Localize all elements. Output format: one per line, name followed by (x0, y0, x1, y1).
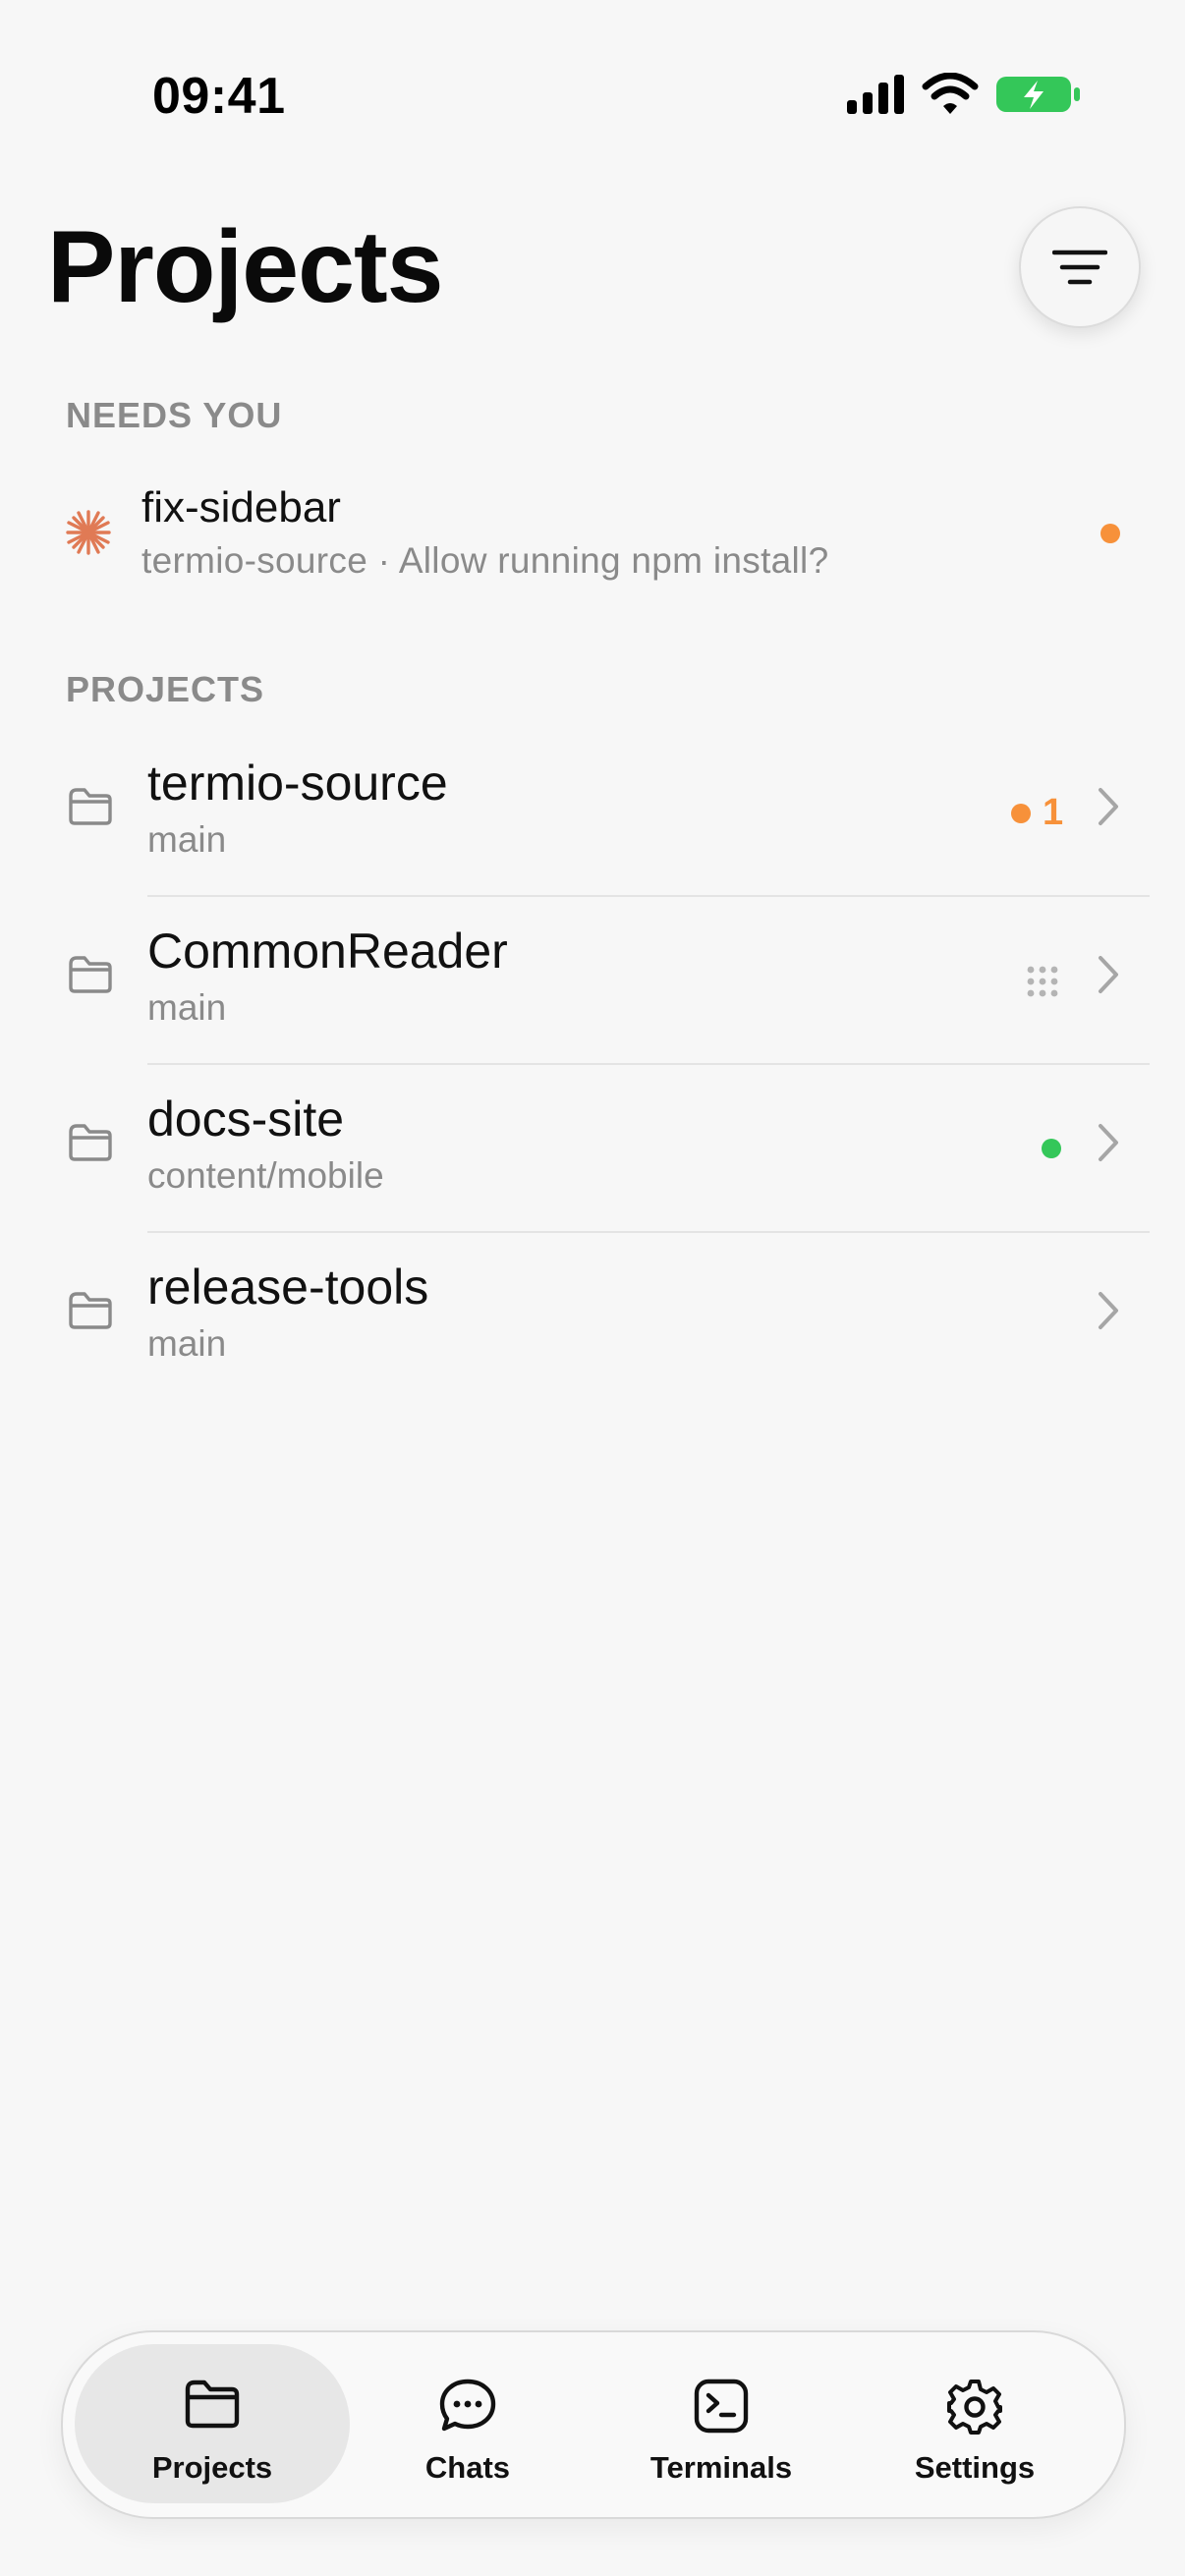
chevron-right-icon (1099, 1292, 1118, 1329)
active-status-dot (1042, 1139, 1061, 1158)
terminal-icon (694, 2379, 749, 2434)
battery-charging-icon (996, 77, 1080, 112)
tab-terminals[interactable]: Terminals (584, 2344, 859, 2503)
project-branch: main (147, 987, 227, 1028)
chevron-right-icon (1099, 956, 1118, 993)
project-branch: main (147, 1323, 227, 1364)
section-header-projects: PROJECTS (66, 669, 265, 709)
folder-icon (69, 788, 112, 825)
tab-settings[interactable]: Settings (837, 2344, 1112, 2503)
project-name: release-tools (147, 1260, 429, 1315)
gear-icon (947, 2380, 1002, 2435)
tab-label: Chats (424, 2450, 511, 2485)
project-branch: content/mobile (147, 1155, 384, 1196)
needs-you-item-title: fix-sidebar (141, 483, 341, 532)
filter-lines-icon (1052, 250, 1107, 285)
project-branch: main (147, 819, 227, 860)
section-header-needs-you: NEEDS YOU (66, 395, 283, 435)
tab-chats[interactable]: Chats (330, 2344, 605, 2503)
tab-label: Projects (151, 2450, 273, 2485)
folder-icon (69, 1292, 112, 1329)
project-name: termio-source (147, 756, 448, 811)
folder-icon (69, 1124, 112, 1161)
wifi-icon (922, 73, 979, 114)
project-row-docs-site[interactable]: docs-site content/mobile (0, 1065, 1185, 1233)
project-name: docs-site (147, 1092, 345, 1147)
filter-button[interactable] (1019, 206, 1141, 328)
folder-icon (185, 2380, 240, 2429)
needs-attention-dot (1100, 524, 1120, 543)
needs-you-item-subtitle: termio-source · Allow running npm instal… (141, 540, 829, 581)
project-row-release-tools[interactable]: release-tools main (0, 1233, 1185, 1401)
chevron-right-icon (1099, 788, 1118, 825)
pending-count-badge: 1 (1043, 792, 1064, 833)
tab-bar: Projects Chats Terminals Settings (61, 2330, 1126, 2519)
chat-bubble-icon (439, 2379, 496, 2432)
cellular-signal-icon (847, 75, 904, 114)
page-title: Projects (47, 210, 443, 324)
tab-projects[interactable]: Projects (75, 2344, 350, 2503)
project-row-termio-source[interactable]: termio-source main 1 (0, 729, 1185, 897)
project-name: CommonReader (147, 924, 508, 979)
needs-you-item[interactable]: fix-sidebar termio-source · Allow runnin… (0, 472, 1185, 599)
chevron-right-icon (1099, 1124, 1118, 1161)
tab-label: Settings (914, 2450, 1036, 2485)
folder-icon (69, 956, 112, 993)
idle-grid-icon (1027, 966, 1058, 997)
spark-icon (66, 510, 111, 555)
project-row-commonreader[interactable]: CommonReader main (0, 897, 1185, 1065)
pending-dot (1011, 804, 1031, 823)
status-time: 09:41 (152, 68, 286, 125)
tab-label: Terminals (649, 2450, 793, 2485)
